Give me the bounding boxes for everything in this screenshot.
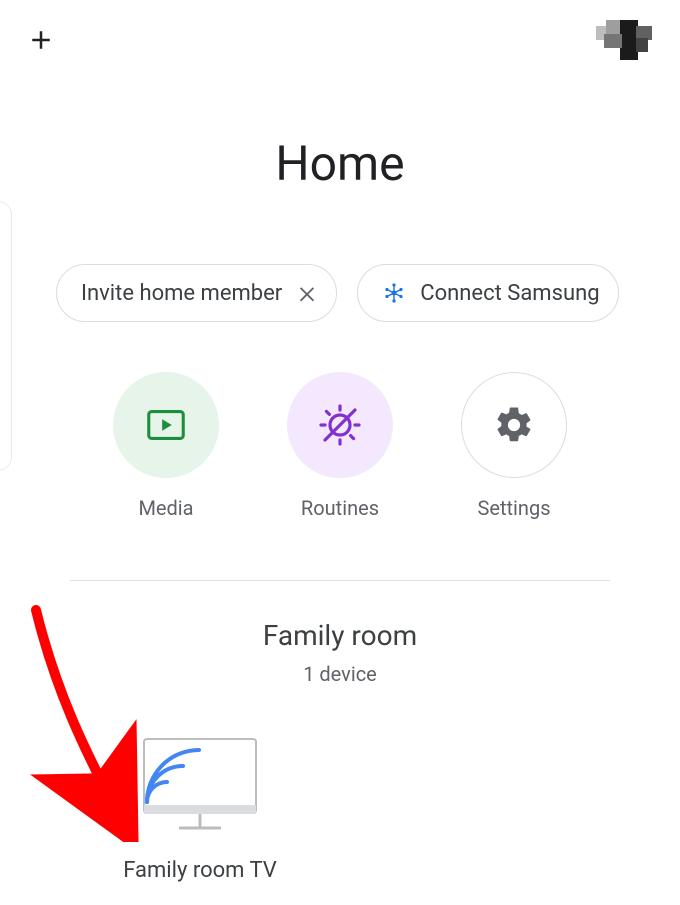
settings-circle	[461, 372, 567, 478]
device-family-room-tv[interactable]: Family room TV	[120, 736, 280, 883]
chip-connect-samsung[interactable]: Connect Samsung	[357, 264, 618, 322]
shortcuts-row: Media Routines	[0, 372, 680, 520]
chip-dismiss[interactable]	[296, 282, 318, 304]
shortcut-routines[interactable]: Routines	[287, 372, 393, 520]
plus-icon	[26, 25, 56, 55]
topbar	[0, 0, 680, 80]
routines-icon	[316, 401, 364, 449]
shortcut-settings[interactable]: Settings	[461, 372, 567, 520]
media-play-icon	[143, 402, 189, 448]
smartthings-icon	[382, 281, 406, 305]
media-circle	[113, 372, 219, 478]
chip-invite-home-member[interactable]: Invite home member	[56, 264, 337, 322]
gear-icon	[493, 404, 535, 446]
add-button[interactable]	[26, 25, 56, 55]
device-label: Family room TV	[123, 858, 277, 883]
routines-circle	[287, 372, 393, 478]
account-avatar[interactable]	[596, 20, 654, 60]
room-name: Family room	[0, 619, 680, 652]
page-title: Home	[0, 135, 680, 192]
shortcut-label: Settings	[477, 496, 550, 520]
section-divider	[70, 580, 610, 581]
shortcut-label: Routines	[301, 496, 379, 520]
chip-label: Connect Samsung	[420, 281, 599, 306]
shortcut-media[interactable]: Media	[113, 372, 219, 520]
suggestion-chips-row: Invite home member	[0, 264, 680, 322]
room-device-count: 1 device	[0, 662, 680, 686]
chip-label: Invite home member	[81, 281, 282, 306]
cast-tv-icon	[141, 736, 259, 832]
close-icon	[296, 282, 318, 304]
shortcut-label: Media	[138, 496, 193, 520]
left-edge-peek	[0, 201, 12, 471]
